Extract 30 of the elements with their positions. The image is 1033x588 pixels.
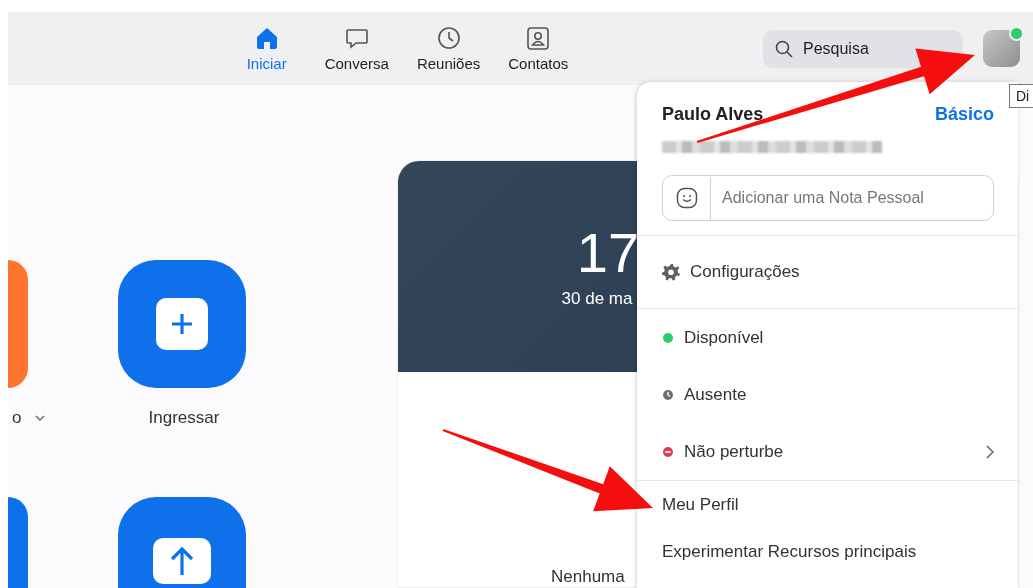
time-text: 17 (576, 224, 640, 281)
search-field[interactable]: Pesquisa (763, 29, 963, 68)
user-name: Paulo Alves (662, 104, 764, 125)
contact-card-icon (526, 25, 551, 50)
menu-item[interactable]: Meu Perfil (637, 481, 1018, 528)
settings-item[interactable]: Configurações (637, 236, 1018, 308)
home-icon (254, 25, 279, 50)
nav-tab[interactable]: Iniciar (224, 25, 309, 72)
nav-tab[interactable]: Contatos (496, 25, 581, 72)
status-item[interactable]: Não perturbe (637, 423, 1018, 480)
action-label: o (12, 408, 22, 428)
nav-tab[interactable]: Conversa (312, 25, 401, 72)
join-button[interactable] (118, 260, 246, 388)
share-button[interactable] (118, 497, 246, 588)
menu-item[interactable]: Experimentar Recursos principais (637, 528, 1018, 575)
plus-icon (156, 298, 208, 350)
smiley-icon (675, 187, 698, 209)
status-item[interactable]: Disponível (637, 309, 1018, 366)
clock-icon (436, 25, 461, 50)
tooltip: Di (1009, 84, 1033, 108)
date-text: 30 de ma (561, 288, 633, 309)
action-label: Ingressar (148, 408, 220, 428)
gear-icon (662, 263, 680, 281)
status-item[interactable]: Ausente (637, 366, 1018, 423)
personal-note-field[interactable]: Adicionar uma Nota Pessoal (662, 175, 994, 221)
empty-message: Nenhuma (551, 567, 625, 587)
nav-tab[interactable]: Reuniões (404, 25, 493, 72)
avatar[interactable] (983, 30, 1020, 67)
plan-link[interactable]: Básico (934, 104, 994, 125)
status-dot-icon (1009, 26, 1024, 41)
